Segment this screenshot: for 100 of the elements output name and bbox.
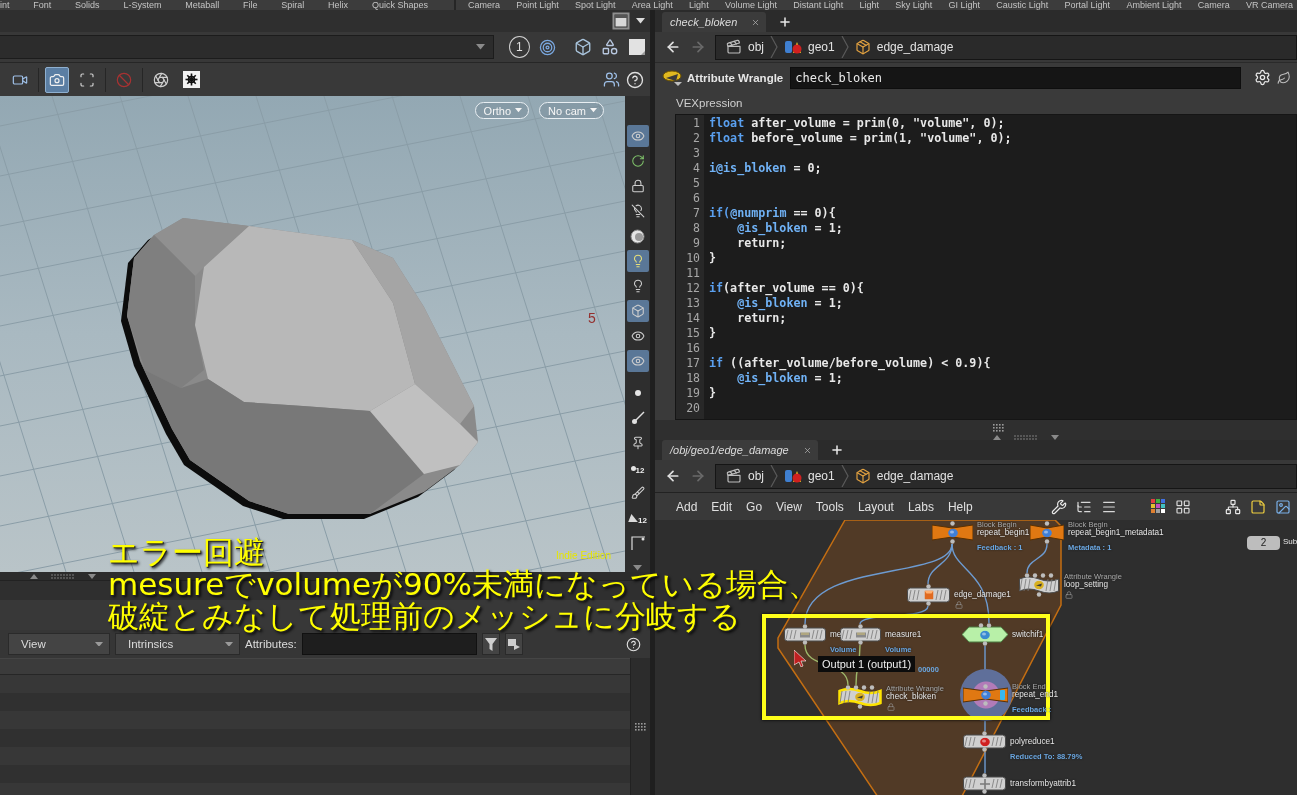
network-node[interactable] — [840, 624, 881, 645]
users-icon[interactable] — [603, 71, 620, 88]
shelf-tool[interactable]: Camera — [468, 0, 500, 10]
shelf-tool[interactable]: Point Light — [516, 0, 559, 10]
shelf-tool[interactable]: Font — [33, 0, 52, 10]
view-dropdown[interactable]: View — [8, 633, 110, 655]
viewport-tool-button[interactable] — [626, 300, 649, 322]
network-node[interactable] — [907, 584, 950, 606]
network-node[interactable] — [1018, 573, 1060, 597]
filter-button[interactable] — [481, 633, 500, 655]
shelf-tool[interactable]: Quick Shapes — [371, 0, 428, 10]
help-icon[interactable] — [626, 70, 644, 89]
network-node[interactable] — [784, 624, 826, 645]
line-number: 9 — [692, 236, 701, 251]
plus-icon[interactable] — [778, 15, 793, 29]
lock-icon — [630, 179, 645, 193]
shelf-tool[interactable]: File — [243, 0, 258, 10]
code-editor[interactable] — [675, 114, 1297, 420]
shelf-tool[interactable]: Solids — [75, 0, 100, 10]
path-item[interactable]: edge_damage — [850, 465, 958, 487]
attributes-field[interactable] — [301, 633, 477, 655]
shelf-tool[interactable]: Camera — [1197, 0, 1230, 10]
viewport-tool-button[interactable] — [626, 250, 649, 272]
shelf-tool[interactable]: Spot Light — [575, 0, 616, 10]
network-icon[interactable] — [1225, 498, 1241, 515]
pane-tab[interactable]: /obj/geo1/edge_damage — [662, 440, 818, 460]
shelf-tool[interactable]: int — [0, 0, 10, 10]
back-icon[interactable] — [665, 39, 681, 55]
sticky-note-icon[interactable] — [1250, 498, 1266, 515]
code-line: @is_bloken = 1; — [736, 296, 844, 311]
viewport-tool-button[interactable] — [626, 125, 649, 147]
dropdown-arrow-icon — [636, 18, 645, 24]
rock-model-drawing[interactable] — [121, 218, 478, 519]
grid-icon[interactable] — [1175, 498, 1191, 515]
close-icon[interactable] — [802, 445, 812, 455]
pane-layout-icon[interactable] — [612, 12, 630, 30]
path-item[interactable]: geo1 — [780, 36, 839, 58]
menu-item[interactable]: Go — [746, 499, 763, 514]
network-node[interactable] — [963, 731, 1006, 752]
target-icon[interactable] — [539, 38, 556, 56]
shelf-tool[interactable]: GI Light — [948, 0, 981, 10]
network-node[interactable] — [963, 773, 1006, 794]
path-item[interactable]: obj — [722, 36, 768, 58]
viewer-path-field[interactable] — [0, 35, 494, 59]
shelf-tool[interactable]: Light — [859, 0, 879, 10]
shelf-tool[interactable]: Portal Light — [1064, 0, 1111, 10]
path-item[interactable]: obj — [722, 465, 768, 487]
path-item[interactable]: edge_damage — [850, 36, 958, 58]
shelf-tool[interactable]: VR Camera — [1245, 0, 1293, 10]
network-node[interactable] — [962, 623, 1008, 646]
back-icon[interactable] — [665, 468, 681, 484]
grip-icon — [634, 722, 647, 731]
path-item[interactable]: geo1 — [780, 465, 839, 487]
menu-item[interactable]: Layout — [857, 499, 894, 514]
export-button[interactable] — [504, 633, 523, 655]
shelf-tool[interactable]: L-System — [123, 0, 162, 10]
shelf-tool[interactable]: Distant Light — [793, 0, 844, 10]
close-icon[interactable] — [751, 17, 761, 27]
shelf-tool[interactable]: Light — [689, 0, 709, 10]
number-display-button[interactable]: 12 — [626, 457, 649, 479]
settings-icon[interactable] — [1254, 69, 1271, 86]
splitter-handle-icon[interactable] — [30, 573, 96, 579]
shelf-tool[interactable]: Area Light — [631, 0, 673, 10]
line-number: 5 — [692, 176, 701, 191]
network-node[interactable] — [963, 684, 1008, 706]
number-display-button[interactable]: 12 — [626, 507, 649, 529]
shapes-icon[interactable] — [601, 38, 619, 56]
pane-tab[interactable]: check_bloken — [662, 12, 767, 32]
network-node[interactable] — [838, 685, 882, 709]
color-grid-icon[interactable] — [1151, 499, 1166, 514]
plus-icon[interactable] — [829, 443, 844, 457]
shelf-tool[interactable]: Helix — [328, 0, 349, 10]
help-icon[interactable] — [626, 636, 641, 652]
shelf-tool[interactable]: Ambient Light — [1126, 0, 1182, 10]
shelf-tool[interactable]: Metaball — [185, 0, 220, 10]
image-icon[interactable] — [1275, 498, 1291, 515]
cube-icon[interactable] — [574, 38, 592, 56]
menu-item[interactable]: Add — [676, 499, 698, 514]
viewport-tool-button[interactable] — [626, 350, 649, 372]
menu-item[interactable]: View — [776, 499, 802, 514]
leaf-icon[interactable] — [1277, 70, 1291, 85]
menu-item[interactable]: Tools — [815, 499, 844, 514]
menu-item[interactable]: Help — [947, 499, 973, 514]
menu-item[interactable]: Labs — [907, 499, 934, 514]
shelf-tool[interactable]: Volume Light — [724, 0, 777, 10]
menu-item[interactable]: Edit — [711, 499, 733, 514]
square-icon[interactable] — [628, 38, 646, 56]
node-name-label: transformbyattrib1 — [1010, 778, 1076, 789]
shelf-tool[interactable]: Caustic Light — [996, 0, 1049, 10]
node-name-field[interactable]: check_bloken — [790, 66, 1241, 89]
asterisk-tile-icon — [182, 71, 200, 88]
network-node[interactable] — [1030, 521, 1064, 544]
intrinsics-dropdown[interactable]: Intrinsics — [115, 633, 240, 655]
subnet-node[interactable]: 2 — [1247, 536, 1280, 550]
viewer-tool-button[interactable] — [45, 66, 69, 93]
splitter-handle-icon[interactable] — [993, 435, 1059, 440]
shelf-tool[interactable]: Spiral — [281, 0, 305, 10]
shelf-tool[interactable]: Sky Light — [895, 0, 933, 10]
network-node[interactable] — [932, 521, 973, 544]
wrench-icon[interactable] — [1051, 498, 1067, 515]
